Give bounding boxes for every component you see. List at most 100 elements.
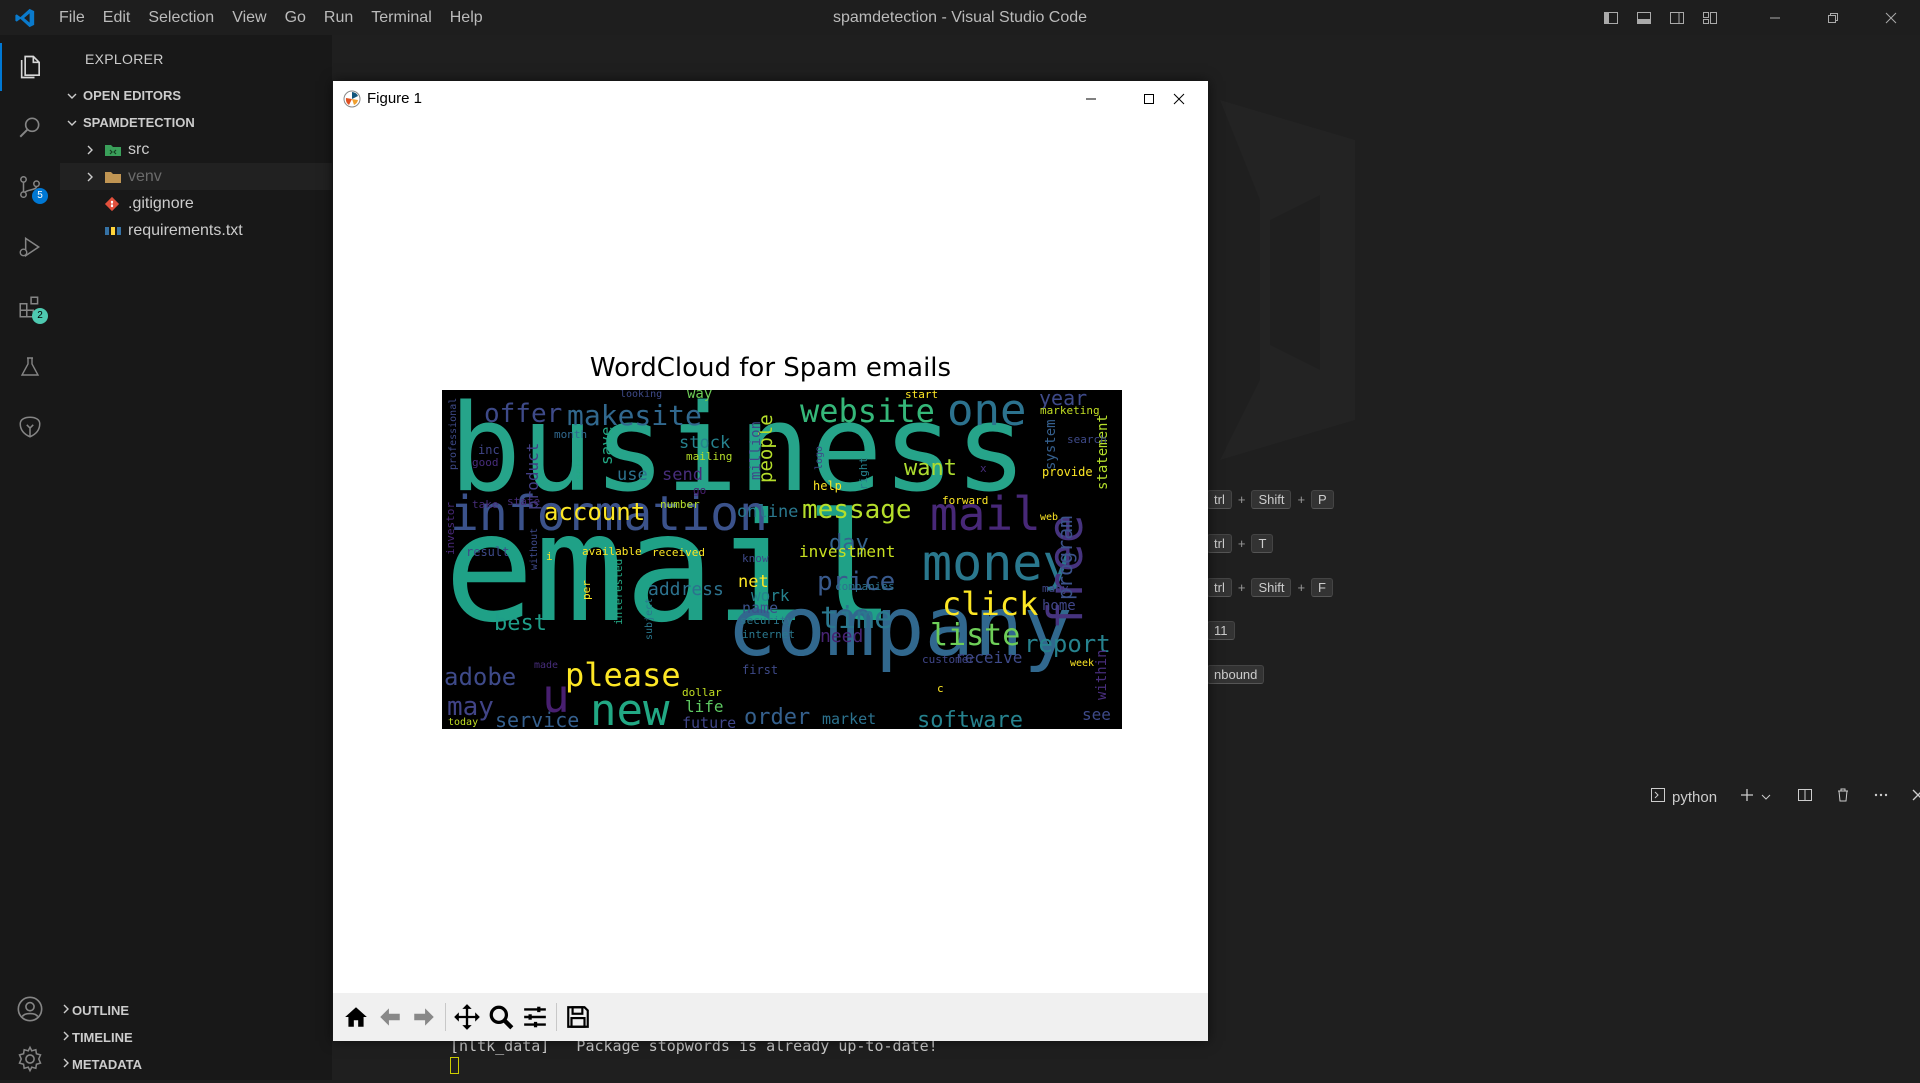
manage-gear-icon[interactable] (0, 1035, 60, 1083)
menu-go[interactable]: Go (276, 0, 315, 35)
metadata-label: METADATA (72, 1056, 143, 1072)
wordcloud-word: million (748, 421, 764, 480)
new-terminal-icon[interactable] (1739, 787, 1755, 807)
wordcloud-word: today (448, 717, 478, 728)
wordcloud-word: new (590, 685, 670, 729)
tree-item-label: .gitignore (128, 194, 194, 212)
chevron-right-icon (84, 144, 104, 156)
wordcloud-word: state (507, 495, 540, 508)
tree-item-label: requirements.txt (128, 221, 243, 239)
wordcloud-word: interested (612, 559, 625, 625)
chevron-down-icon[interactable] (1761, 789, 1771, 806)
shortcut-row: trl + Shift + P (1205, 488, 1336, 510)
testing-icon[interactable] (0, 343, 60, 391)
shortcut-row: nbound (1205, 663, 1266, 685)
wordcloud-word: future (682, 714, 736, 729)
configure-subplots-icon[interactable] (518, 997, 552, 1037)
split-terminal-icon[interactable] (1797, 787, 1813, 807)
more-actions-icon[interactable] (1873, 787, 1889, 807)
zoom-magnifier-icon[interactable] (484, 997, 518, 1037)
menu-help[interactable]: Help (441, 0, 492, 35)
wordcloud-word: market (822, 710, 876, 728)
key: trl (1207, 533, 1232, 553)
wordcloud-word: received (652, 546, 705, 559)
chevron-right-icon (60, 1003, 72, 1018)
timeline-section[interactable]: TIMELINE (60, 1024, 332, 1050)
wordcloud-word: within (1094, 649, 1110, 700)
key: nbound (1207, 664, 1265, 684)
toggle-panel-icon[interactable] (1627, 0, 1660, 35)
wordcloud-word: c (937, 682, 944, 695)
wordcloud-word: subject (644, 598, 655, 640)
wordcloud-word: message (802, 495, 912, 525)
wordcloud-word: take (472, 498, 499, 511)
wordcloud-word: right (857, 457, 870, 490)
pan-move-icon[interactable] (450, 997, 484, 1037)
figure-window: Figure 1 WordCloud for Spam emails busin… (333, 81, 1208, 1041)
wordcloud-word: internet (742, 628, 795, 641)
wordcloud-word: way (687, 390, 712, 402)
menu-terminal[interactable]: Terminal (362, 0, 440, 35)
figure-close-icon[interactable] (1150, 81, 1208, 116)
wordcloud-word: first (742, 663, 778, 677)
python-requirements-icon (104, 225, 128, 237)
close-panel-icon[interactable] (1911, 788, 1920, 806)
extensions-icon[interactable]: 2 (0, 283, 60, 331)
tree-item-venv[interactable]: venv (60, 163, 332, 190)
tree-item-requirements[interactable]: requirements.txt (60, 217, 332, 244)
menu-run[interactable]: Run (315, 0, 362, 35)
wordcloud-word: marketing (1040, 404, 1100, 417)
save-figure-icon[interactable] (561, 997, 595, 1037)
minimize-window-icon[interactable] (1746, 0, 1804, 35)
outline-section[interactable]: OUTLINE (60, 997, 332, 1023)
toggle-secondary-sidebar-icon[interactable] (1660, 0, 1693, 35)
run-debug-icon[interactable] (0, 223, 60, 271)
metadata-section[interactable]: METADATA (60, 1051, 332, 1077)
open-editors-section[interactable]: OPEN EDITORS (60, 82, 332, 109)
search-icon[interactable] (0, 103, 60, 151)
menu-selection[interactable]: Selection (139, 0, 223, 35)
explorer-icon[interactable] (0, 43, 60, 91)
trash-icon[interactable] (1835, 787, 1851, 807)
wordcloud-word: many (1042, 582, 1069, 595)
key: P (1311, 489, 1334, 509)
key: Shift (1251, 577, 1292, 597)
wordcloud-word: service (495, 708, 579, 729)
terminal-name[interactable]: python (1672, 789, 1717, 806)
customize-layout-icon[interactable] (1693, 0, 1726, 35)
terminal-toolbar: python (1650, 785, 1920, 809)
figure-minimize-icon[interactable] (1062, 81, 1120, 116)
menu-file[interactable]: File (50, 0, 94, 35)
wordcloud-word: best (494, 611, 547, 636)
wordcloud-word: inc (478, 443, 500, 457)
back-arrow-icon[interactable] (373, 997, 407, 1037)
restore-window-icon[interactable] (1804, 0, 1862, 35)
key: trl (1207, 577, 1232, 597)
wordcloud-word: investment (799, 542, 895, 561)
chevron-down-icon (66, 90, 80, 102)
explorer-sidebar: EXPLORER OPEN EDITORS SPAMDETECTION src … (60, 35, 397, 1080)
title-bar: File Edit Selection View Go Run Terminal… (0, 0, 1920, 35)
wordcloud-word: go (693, 484, 706, 497)
forward-arrow-icon[interactable] (407, 997, 441, 1037)
source-control-icon[interactable]: 5 (0, 163, 60, 211)
project-section[interactable]: SPAMDETECTION (60, 109, 332, 136)
remote-explorer-icon[interactable] (0, 403, 60, 451)
close-window-icon[interactable] (1862, 0, 1920, 35)
accounts-icon[interactable] (0, 985, 60, 1033)
tree-item-src[interactable]: src (60, 136, 332, 163)
key: F (1311, 577, 1333, 597)
wordcloud-word: address (648, 579, 724, 600)
home-icon[interactable] (339, 997, 373, 1037)
menu-edit[interactable]: Edit (94, 0, 140, 35)
wordcloud-word: home (1042, 598, 1076, 614)
menu-view[interactable]: View (223, 0, 275, 35)
chevron-down-icon (66, 117, 80, 129)
wordcloud-word: investor (444, 502, 457, 555)
open-editors-label: OPEN EDITORS (83, 88, 182, 103)
wordcloud-word: customer (922, 653, 975, 666)
folder-icon (104, 169, 128, 185)
toggle-primary-sidebar-icon[interactable] (1594, 0, 1627, 35)
tree-item-gitignore[interactable]: .gitignore (60, 190, 332, 217)
wordcloud-word: start (905, 390, 938, 401)
